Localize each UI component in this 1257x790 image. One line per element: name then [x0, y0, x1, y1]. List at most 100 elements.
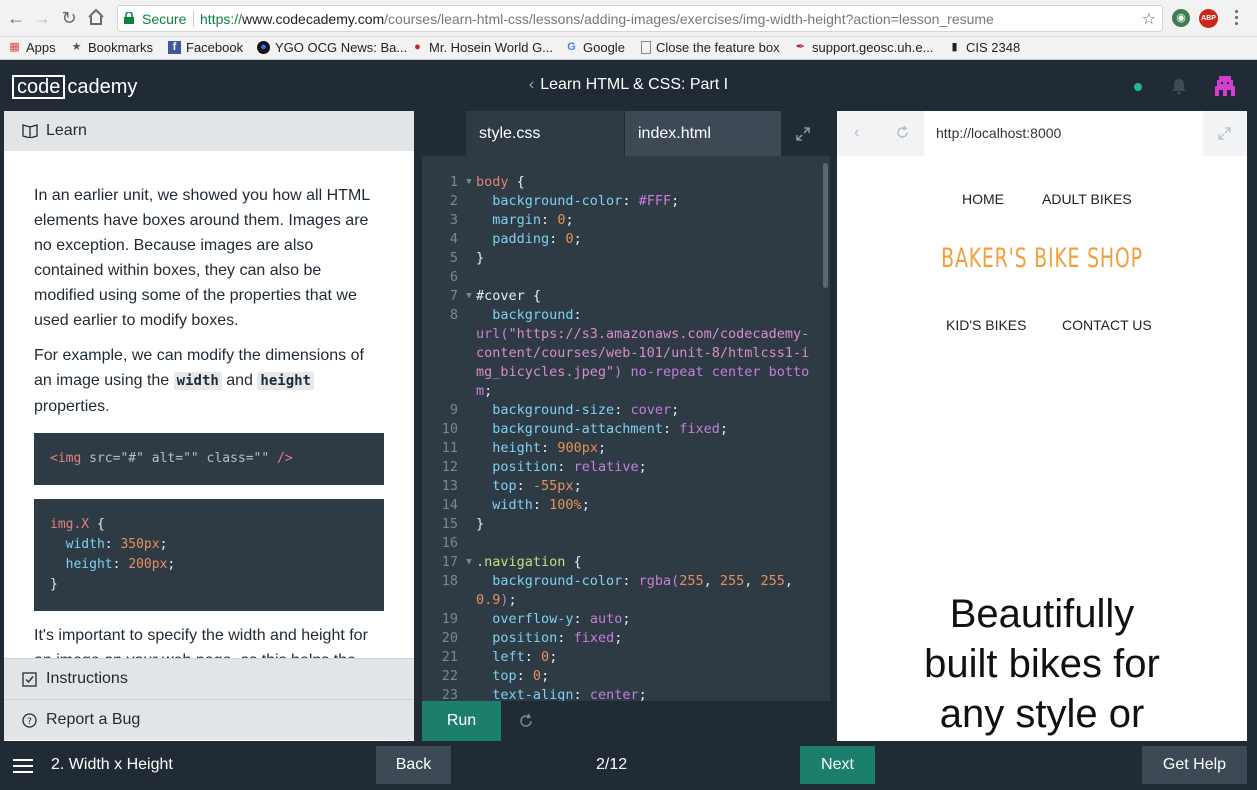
reset-code-icon[interactable] [518, 713, 534, 729]
code-token: -55px [532, 478, 574, 494]
code-token: cover [630, 402, 672, 418]
bookmark-apps[interactable]: ▦ Apps [8, 40, 56, 55]
page-icon [641, 41, 651, 54]
line-number: 11 [441, 440, 458, 456]
code-line: 14 width: 100%; [422, 496, 822, 515]
expand-icon[interactable] [796, 127, 810, 141]
report-bug-tab[interactable]: ? Report a Bug [4, 699, 414, 740]
code-line: 5} [422, 249, 822, 268]
menu-icon[interactable] [13, 759, 33, 773]
bookmark-label: Apps [26, 40, 56, 55]
code-token: { [524, 288, 542, 304]
bookmark-label: Google [583, 40, 625, 55]
bookmark-star-icon[interactable]: ☆ [1142, 9, 1156, 29]
code-line: 13 top: -55px; [422, 477, 822, 496]
tab-index-html[interactable]: index.html [625, 111, 781, 156]
line-number: 8 [449, 307, 458, 323]
line-number: 5 [449, 250, 458, 266]
bookmark-ygo[interactable]: ● YGO OCG News: Ba... [257, 40, 407, 55]
code-token: } [476, 250, 485, 266]
code-token: 100% [549, 497, 582, 513]
line-number: 9 [449, 402, 458, 418]
tab-style-css[interactable]: style.css [466, 111, 624, 156]
code-token: #FFF [638, 193, 672, 209]
code-token: 200px [128, 557, 168, 572]
code-token: left [492, 649, 525, 665]
code-token: position [492, 630, 558, 646]
bookmarks-bar: ▦ Apps ★ Bookmarks f Facebook ● YGO OCG News… [0, 37, 1257, 60]
inline-code: width [173, 372, 222, 390]
code-line: 8 background: url("https://s3.amazonaws.… [422, 306, 822, 401]
preview-url-field[interactable]: http://localhost:8000 [924, 111, 1203, 156]
editor-scrollbar[interactable] [823, 163, 828, 288]
code-line: 21 left: 0; [422, 648, 822, 667]
fold-arrow-icon[interactable]: ▼ [462, 173, 476, 192]
url-host: www.codecademy.com [242, 11, 385, 27]
forward-arrow-icon[interactable]: → [32, 8, 52, 28]
code-token: width [65, 537, 105, 552]
bookmark-google[interactable]: G Google [565, 40, 625, 55]
code-token: 0 [565, 231, 574, 247]
lock-icon [124, 12, 134, 24]
code-token: alt="" [143, 451, 199, 466]
code-editor-panel: style.css index.html 1 ▼ body { 2 backgrou… [422, 111, 830, 741]
site-nav-contact[interactable]: CONTACT US [1062, 317, 1152, 333]
bottom-navigation-bar: 2. Width x Height Back 2/12 Next Get Hel… [0, 741, 1257, 790]
fold-arrow-icon[interactable]: ▼ [462, 553, 476, 572]
course-title[interactable]: ‹ Learn HTML & CSS: Part I [0, 76, 1257, 94]
code-token: body [476, 174, 509, 190]
instructions-tab[interactable]: Instructions [4, 658, 414, 699]
url-text[interactable]: https://www.codecademy.com/courses/learn… [200, 11, 994, 27]
home-icon[interactable] [86, 8, 106, 28]
preview-reload-icon[interactable] [895, 125, 910, 140]
reload-icon[interactable]: ↻ [59, 8, 79, 28]
back-arrow-icon[interactable]: ← [6, 8, 26, 28]
code-token: rgba( [638, 573, 680, 589]
bookmark-hosein[interactable]: ● Mr. Hosein World G... [411, 40, 553, 55]
text-span: properties. [34, 398, 110, 415]
browser-menu-icon[interactable] [1235, 10, 1239, 26]
back-button[interactable]: Back [376, 746, 451, 784]
line-number: 21 [441, 649, 458, 665]
extension-ghostery-icon[interactable]: ◉ [1172, 9, 1190, 27]
adblock-plus-icon[interactable]: ABP [1199, 9, 1218, 28]
preview-expand-icon[interactable] [1218, 127, 1231, 140]
url-path: /courses/learn-html-css/lessons/adding-i… [384, 11, 994, 27]
bell-icon[interactable] [1170, 77, 1188, 95]
code-token: 0.9 [476, 592, 501, 608]
code-token: height [65, 557, 113, 572]
site-nav-adult-bikes[interactable]: ADULT BIKES [1042, 191, 1132, 207]
avatar[interactable] [1213, 74, 1237, 98]
code-token: margin [492, 212, 542, 228]
line-number: 14 [441, 497, 458, 513]
bookmark-feature-box[interactable]: Close the feature box [641, 40, 780, 55]
next-button[interactable]: Next [800, 746, 875, 784]
lesson-name[interactable]: 2. Width x Height [51, 756, 173, 774]
preview-back-icon[interactable]: ‹ [854, 124, 859, 142]
bookmark-cis[interactable]: ▮ CIS 2348 [948, 40, 1020, 55]
bookmark-label: support.geosc.uh.e... [812, 40, 934, 55]
bookmark-bookmarks[interactable]: ★ Bookmarks [70, 40, 153, 55]
code-area[interactable]: 1 ▼ body { 2 background-color: #FFF; 3 mar… [422, 173, 822, 703]
site-nav-kids-bikes[interactable]: KID'S BIKES [946, 317, 1026, 333]
ygo-icon: ● [257, 41, 270, 54]
lesson-content[interactable]: In an earlier unit, we showed you how al… [4, 151, 414, 658]
bookmark-facebook[interactable]: f Facebook [168, 40, 243, 55]
bookmark-support[interactable]: ✒ support.geosc.uh.e... [794, 40, 934, 55]
checkbox-icon [22, 672, 37, 687]
code-token: 350px [120, 537, 160, 552]
code-line: 7 ▼ #cover { [422, 287, 822, 306]
run-button[interactable]: Run [422, 701, 501, 741]
site-nav-home[interactable]: HOME [962, 191, 1004, 207]
address-bar[interactable]: Secure https://www.codecademy.com/course… [117, 5, 1163, 32]
code-token: img.X [50, 517, 90, 532]
code-token: { [565, 554, 582, 570]
code-token: background-size [492, 402, 615, 418]
code-token: background-attachment [492, 421, 663, 437]
hero-heading: Beautifully built bikes for any style or [837, 589, 1247, 739]
fold-arrow-icon[interactable]: ▼ [462, 287, 476, 306]
code-token: width [492, 497, 533, 513]
code-token: /> [269, 451, 293, 466]
learn-tab[interactable]: Learn [4, 111, 414, 151]
get-help-button[interactable]: Get Help [1142, 746, 1247, 784]
